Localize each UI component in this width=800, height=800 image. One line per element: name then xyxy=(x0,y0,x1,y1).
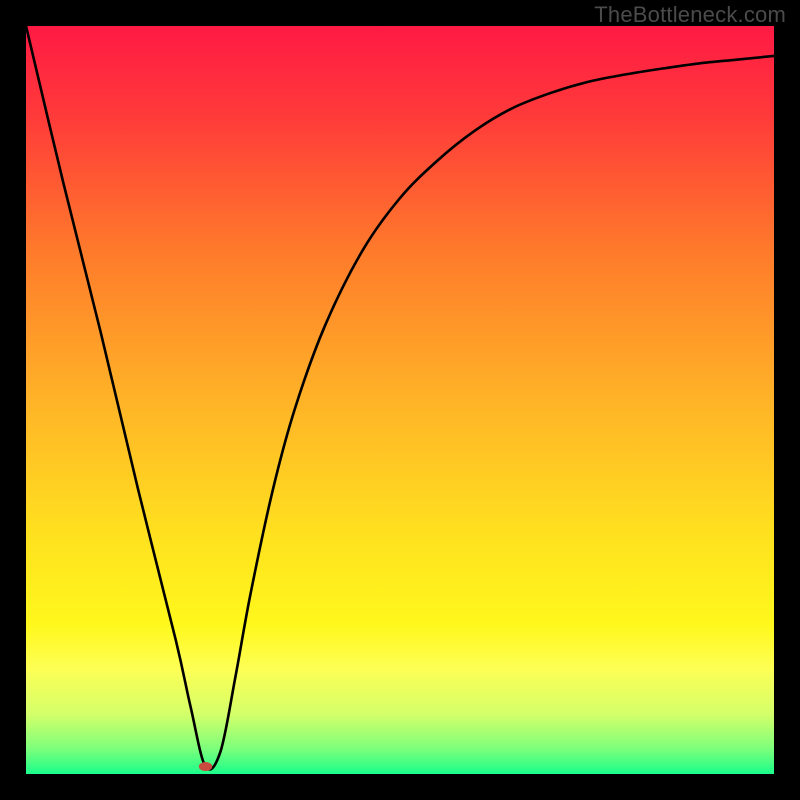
chart-frame: TheBottleneck.com xyxy=(0,0,800,800)
bottleneck-curve xyxy=(26,26,774,774)
minimum-marker xyxy=(199,762,212,771)
plot-area xyxy=(26,26,774,774)
watermark-text: TheBottleneck.com xyxy=(594,2,786,28)
